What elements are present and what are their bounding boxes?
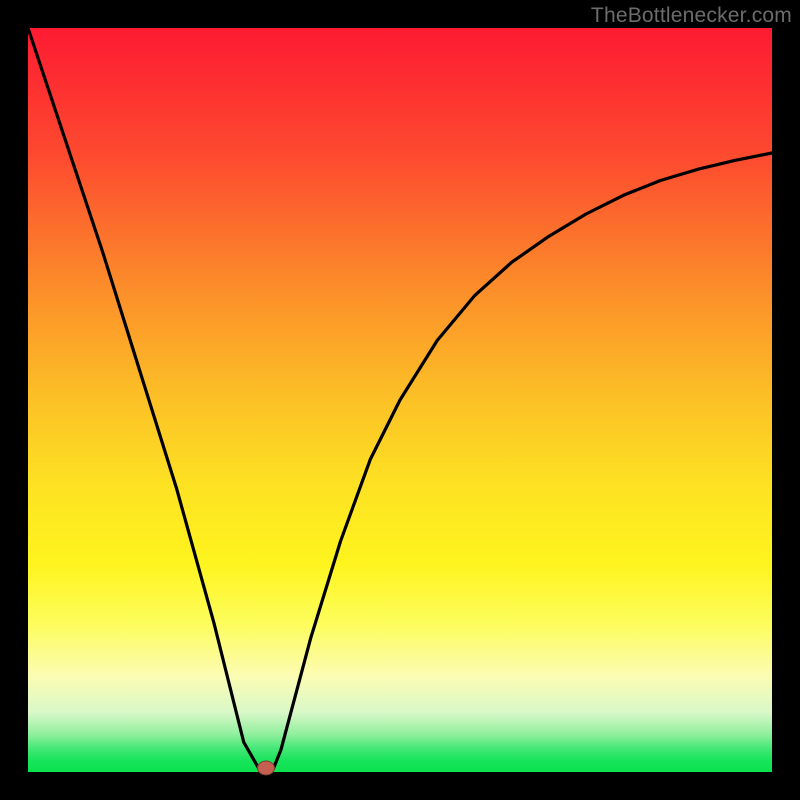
optimum-marker — [257, 760, 275, 775]
watermark-text: TheBottlenecker.com — [591, 4, 792, 28]
chart-svg — [28, 28, 772, 772]
outer-frame: TheBottlenecker.com — [0, 0, 800, 800]
bottleneck-curve — [28, 28, 772, 768]
